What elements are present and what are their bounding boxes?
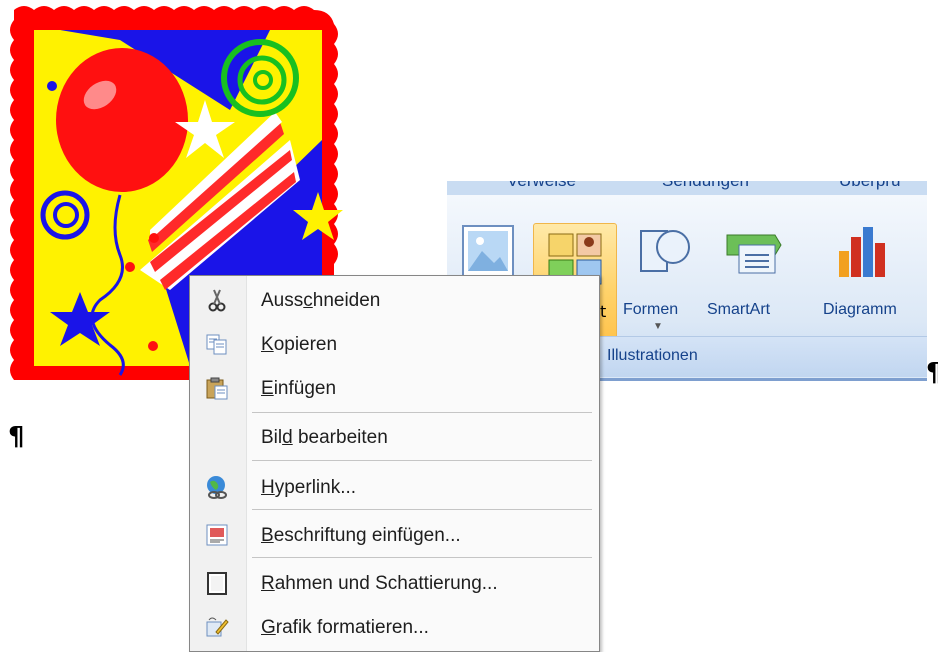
hyperlink-globe-icon bbox=[207, 476, 227, 499]
borders-icon bbox=[207, 572, 227, 595]
tab-sendungen[interactable]: Sendungen bbox=[662, 181, 749, 191]
diagramm-label: Diagramm bbox=[823, 301, 897, 318]
smartart-icon bbox=[726, 234, 782, 274]
menu-item-label: Hyperlink... bbox=[261, 477, 357, 498]
grafik-button[interactable] bbox=[459, 223, 517, 283]
menu-item-cut[interactable]: Ausschneiden bbox=[190, 278, 599, 322]
menu-item-label: Grafik formatieren... bbox=[261, 617, 429, 638]
clipart-label: t bbox=[600, 302, 607, 321]
paragraph-mark-right: ¶ bbox=[926, 360, 938, 386]
formen-label: Formen bbox=[623, 301, 679, 318]
format-picture-icon bbox=[206, 617, 229, 637]
menu-item-paste[interactable]: Einfügen bbox=[190, 366, 599, 410]
copy-icon bbox=[206, 334, 227, 355]
menu-item-label: Kopieren bbox=[261, 334, 338, 355]
menu-item-label: Einfügen bbox=[261, 378, 337, 399]
menu-separator bbox=[252, 509, 592, 510]
tab-verweise[interactable]: Verweise bbox=[507, 181, 576, 191]
paste-icon bbox=[206, 377, 228, 400]
menu-separator bbox=[252, 412, 592, 413]
shapes-icon bbox=[640, 230, 690, 272]
menu-item-label: Bild bearbeiten bbox=[261, 427, 388, 448]
menu-item-edit-picture[interactable]: Bild bearbeiten bbox=[190, 415, 599, 459]
tab-ueberpruefen[interactable]: Überprü bbox=[839, 181, 900, 191]
chart-icon bbox=[839, 227, 885, 277]
ribbon-tab-strip: Verweise Sendungen Überprü bbox=[447, 181, 927, 195]
menu-item-insert-caption[interactable]: Beschriftung einfügen... bbox=[190, 513, 599, 557]
menu-separator bbox=[252, 460, 592, 461]
smartart-label: SmartArt bbox=[707, 301, 771, 318]
menu-item-format-picture[interactable]: Grafik formatieren... bbox=[190, 605, 599, 649]
menu-item-hyperlink[interactable]: Hyperlink... bbox=[190, 465, 599, 509]
group-label-illustrationen: Illustrationen bbox=[607, 347, 698, 364]
paragraph-mark: ¶ bbox=[8, 422, 25, 452]
chevron-down-icon: ▼ bbox=[653, 321, 663, 332]
menu-item-label: Ausschneiden bbox=[261, 290, 381, 311]
menu-item-label: Beschriftung einfügen... bbox=[261, 525, 461, 546]
diagramm-button[interactable]: Diagramm bbox=[823, 221, 915, 341]
scissors-icon bbox=[208, 289, 226, 312]
menu-item-borders-shading[interactable]: Rahmen und Schattierung... bbox=[190, 561, 599, 605]
menu-item-label: Rahmen und Schattierung... bbox=[261, 573, 498, 594]
caption-icon bbox=[206, 524, 228, 546]
smartart-button[interactable]: SmartArt bbox=[707, 221, 799, 341]
menu-separator bbox=[252, 557, 592, 558]
formen-button[interactable]: Formen ▼ bbox=[623, 221, 701, 341]
picture-icon bbox=[462, 225, 514, 277]
menu-item-copy[interactable]: Kopieren bbox=[190, 322, 599, 366]
context-menu: Ausschneiden Kopieren Einfügen Bild bear… bbox=[189, 275, 600, 652]
